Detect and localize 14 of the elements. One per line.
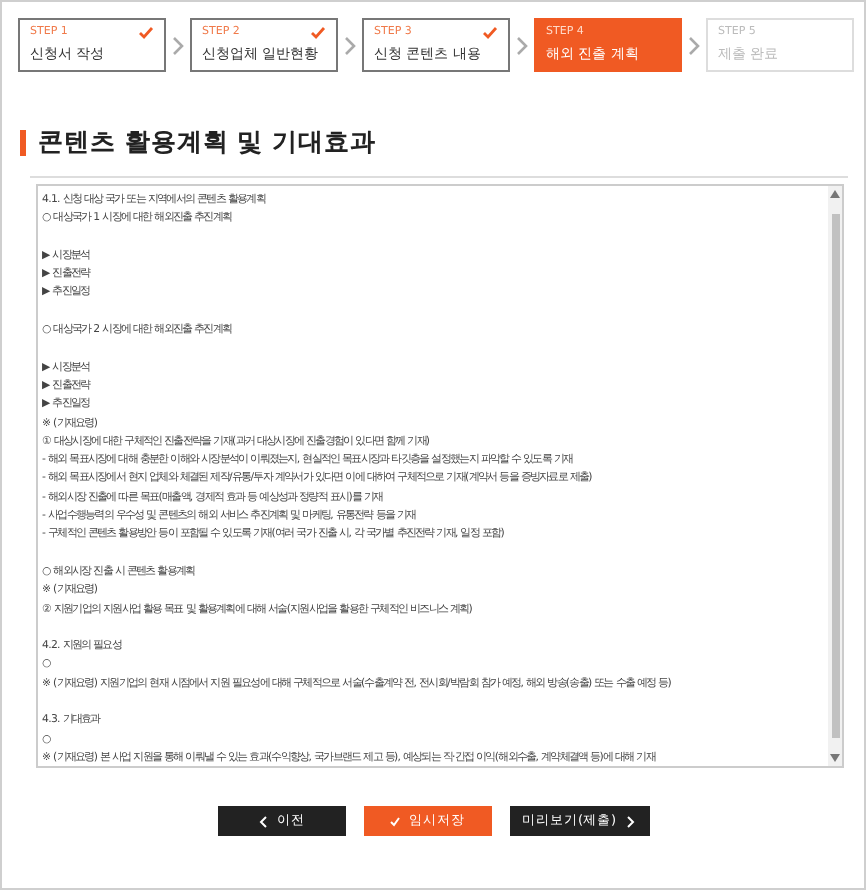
text-area[interactable] [36, 184, 844, 768]
chevron-right-icon [626, 815, 637, 827]
chevron-left-icon [257, 815, 267, 827]
scroll-up-icon[interactable] [830, 190, 840, 198]
title-accent-bar [20, 129, 26, 155]
scrollbar-thumb[interactable] [831, 214, 839, 738]
checkmark-icon [389, 815, 399, 827]
scrollbar[interactable] [828, 186, 842, 766]
chevron-right-icon [344, 35, 356, 55]
scroll-down-icon[interactable] [830, 754, 840, 762]
chevron-right-icon [688, 35, 700, 55]
section-title: 콘텐츠 활용계획 및 기대효과 [38, 125, 377, 159]
chevron-right-icon [516, 35, 528, 55]
chevron-right-icon [172, 35, 184, 55]
